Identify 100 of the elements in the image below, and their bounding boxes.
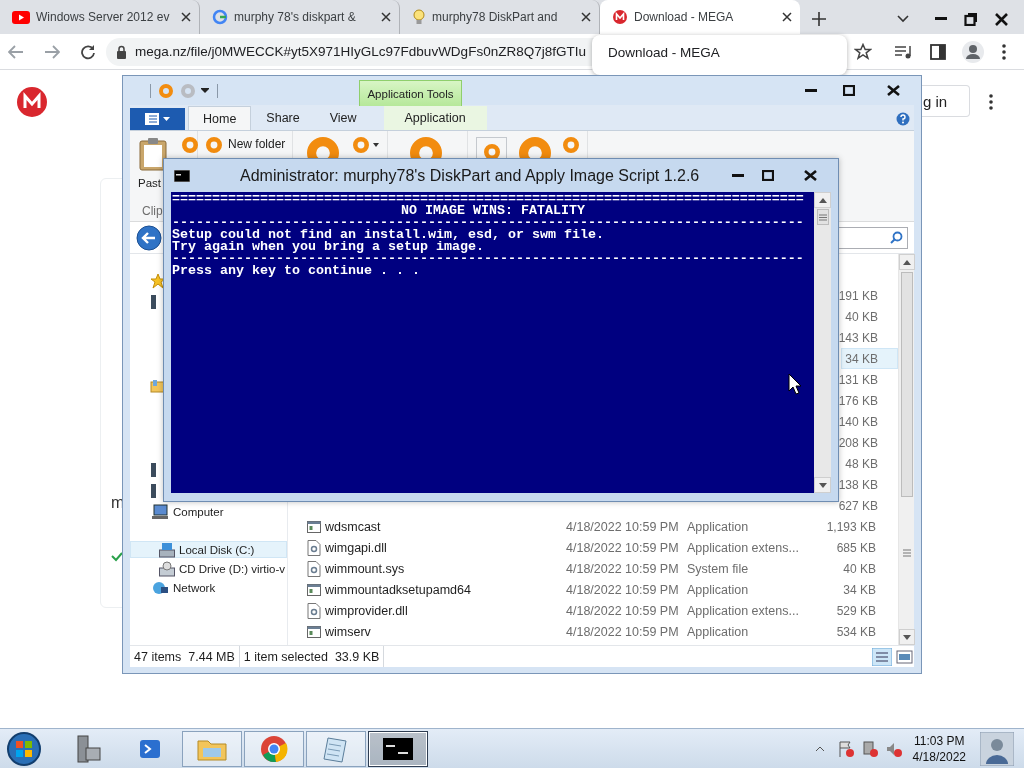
network-icon — [151, 579, 169, 596]
ring-icon — [483, 144, 500, 160]
file-row[interactable]: wimprovider.dll 4/18/2022 10:59 PM Application extens... 529 KB — [288, 600, 898, 621]
clipboard-icon[interactable] — [138, 137, 168, 171]
file-size: 34 KB — [843, 582, 876, 597]
file-row[interactable]: 143 KB — [841, 327, 898, 348]
browser-tab[interactable]: Download - MEGA — [600, 0, 800, 34]
forward-icon[interactable] — [44, 44, 60, 59]
file-row[interactable]: 40 KB — [841, 306, 898, 327]
tooltip-title: Download - MEGA — [608, 45, 721, 60]
close-icon[interactable] — [782, 12, 792, 22]
gear-file-icon — [307, 602, 321, 619]
chevron-down-icon[interactable] — [897, 15, 909, 23]
media-queue-icon[interactable] — [894, 43, 912, 60]
ribbon-tab[interactable]: View — [314, 106, 372, 130]
file-row[interactable]: 176 KB — [841, 390, 898, 411]
reload-icon[interactable] — [80, 43, 96, 60]
close-icon[interactable] — [994, 12, 1008, 26]
file-size: 131 KB — [838, 372, 878, 387]
flag-icon[interactable] — [836, 739, 855, 758]
file-date: 4/18/2022 10:59 PM — [566, 582, 679, 597]
disk-icon — [159, 541, 175, 558]
new-tab-icon[interactable] — [812, 12, 826, 26]
close-icon[interactable] — [804, 170, 817, 181]
arrow-down-icon — [818, 482, 827, 488]
file-row[interactable]: 48 KB — [841, 453, 898, 474]
more-icon[interactable] — [989, 94, 993, 110]
nav-item[interactable]: Network — [130, 579, 287, 596]
scrollbar[interactable] — [814, 192, 831, 493]
nav-item[interactable]: Computer — [130, 503, 287, 520]
caret-up-icon[interactable] — [814, 745, 825, 752]
maximize-icon[interactable] — [843, 85, 855, 96]
close-icon[interactable] — [887, 85, 900, 96]
caret-down-icon[interactable] — [201, 87, 209, 94]
selection-size: 33.9 KB — [334, 649, 380, 664]
file-row[interactable]: wdsmcast 4/18/2022 10:59 PM Application 1,193 KB — [288, 516, 898, 537]
nav-item[interactable]: CD Drive (D:) virtio-v — [130, 560, 287, 577]
file-row[interactable]: 627 KB — [841, 495, 898, 516]
file-type: Application — [687, 519, 749, 534]
arrow-up-icon — [902, 259, 911, 265]
ribbon-tab[interactable]: Application — [383, 106, 487, 130]
file-size: 685 KB — [836, 540, 876, 555]
file-row[interactable]: wimmountadksetupamd64 4/18/2022 10:59 PM Application 34 KB — [288, 579, 898, 600]
details-view-icon[interactable] — [872, 647, 892, 666]
file-size: 138 KB — [838, 477, 878, 492]
list-icon — [145, 113, 159, 125]
total-size: 7.44 MB — [188, 649, 235, 664]
minimize-icon[interactable] — [935, 17, 947, 21]
tiles-view-icon[interactable] — [896, 648, 914, 665]
close-icon[interactable] — [381, 12, 391, 22]
scrollbar[interactable] — [898, 254, 914, 645]
taskbar-button[interactable] — [368, 730, 428, 767]
ribbon-tab[interactable]: Home — [188, 106, 252, 130]
file-row[interactable]: 131 KB — [841, 369, 898, 390]
minimize-icon[interactable] — [732, 173, 744, 178]
file-type: System file — [687, 561, 749, 576]
cursor-icon — [788, 373, 802, 395]
profile-icon[interactable] — [962, 40, 984, 63]
file-row[interactable]: 138 KB — [841, 474, 898, 495]
file-row[interactable]: 140 KB — [841, 411, 898, 432]
caret-down-icon — [373, 143, 379, 147]
ribbon-tab[interactable]: Share — [251, 106, 315, 130]
file-size: 40 KB — [845, 309, 878, 324]
file-menu-button[interactable] — [130, 108, 185, 130]
context-tab-header: Application Tools — [359, 80, 462, 106]
console-rule: ------------------------------------------------------------------------------- — [172, 217, 805, 229]
caret-down-icon — [163, 117, 170, 121]
paste-button[interactable]: Past — [138, 177, 161, 189]
close-icon[interactable] — [181, 12, 191, 22]
back-icon[interactable] — [136, 224, 162, 251]
file-row[interactable]: wimmount.sys 4/18/2022 10:59 PM System file 40 KB — [288, 558, 898, 579]
file-row[interactable]: wimgapi.dll 4/18/2022 10:59 PM Application extens... 685 KB — [288, 537, 898, 558]
arrow-up-icon — [818, 197, 827, 203]
nav-item[interactable]: Local Disk (C:) — [130, 541, 287, 558]
restore-icon[interactable] — [964, 12, 978, 26]
sign-in-button[interactable]: g in — [922, 85, 970, 117]
new-folder-button[interactable]: New folder — [228, 137, 286, 151]
file-date: 4/18/2022 10:59 PM — [566, 519, 679, 534]
network-status-icon[interactable] — [860, 739, 879, 758]
arrow-down-icon — [902, 634, 911, 640]
user-avatar-icon[interactable] — [980, 731, 1014, 766]
file-name: wimmount.sys — [325, 561, 405, 576]
minimize-icon[interactable] — [805, 88, 817, 93]
clock[interactable]: 11:03 PM 4/18/2022 — [912, 732, 966, 765]
file-name: wimprovider.dll — [325, 603, 408, 618]
help-icon[interactable] — [896, 112, 910, 126]
star-outline-icon[interactable] — [854, 42, 872, 61]
close-icon[interactable] — [581, 12, 591, 22]
app-file-icon — [307, 624, 321, 639]
file-row[interactable]: wimserv 4/18/2022 10:59 PM Application 534 KB — [288, 621, 898, 642]
file-row[interactable]: 191 KB — [841, 285, 898, 306]
side-panel-icon[interactable] — [930, 43, 946, 60]
file-size: 208 KB — [838, 435, 878, 450]
file-row[interactable]: 34 KB — [841, 348, 898, 369]
grip-icon — [902, 549, 911, 557]
item-count: 47 items — [134, 649, 182, 664]
more-icon[interactable] — [1002, 43, 1006, 60]
start-orb-icon[interactable] — [4, 730, 44, 767]
file-row[interactable]: 208 KB — [841, 432, 898, 453]
maximize-icon[interactable] — [762, 170, 774, 181]
